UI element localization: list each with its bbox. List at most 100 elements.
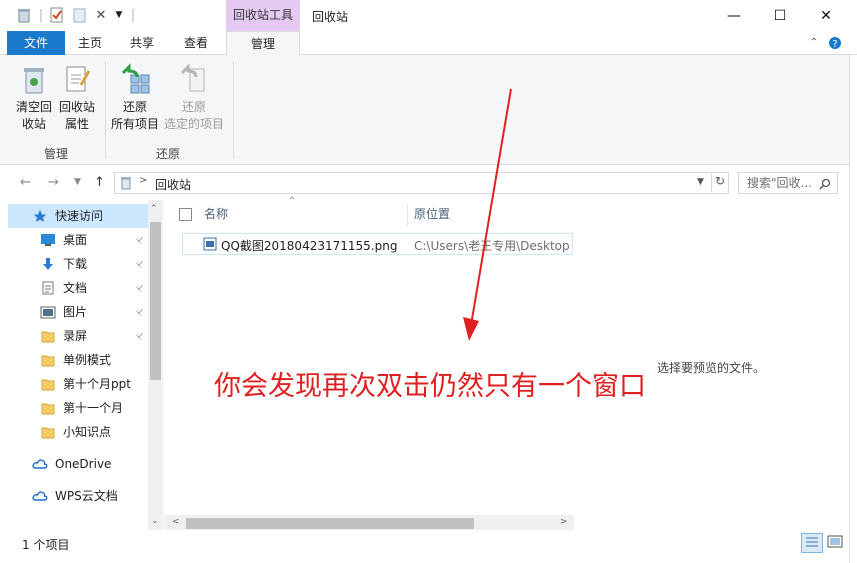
sidebar-item-label: OneDrive [55,457,112,471]
recycle-bin-properties-button[interactable]: 回收站 属性 [56,63,98,133]
restore-selected-icon [178,63,210,95]
scrollbar-thumb[interactable] [186,518,474,529]
svg-text:?: ? [832,39,837,50]
preview-message: 选择要预览的文件。 [657,361,766,375]
sidebar-item-6[interactable]: 录屏 ⊥ [8,324,148,348]
title-bar: | ✕ ▼ | 回收站工具 回收站 — ☐ ✕ [0,0,857,31]
restore-all-label-1: 还原 [122,100,147,114]
star-icon [32,208,48,224]
png-file-icon [203,237,217,254]
empty-recycle-bin-button[interactable]: 清空回 收站 [12,63,56,133]
sidebar-item-4[interactable]: 文档 ⊥ [8,276,148,300]
red-arrow-annotation [463,88,512,341]
recycle-bin-location-icon [119,176,133,193]
ribbon-tabs: 文件 主页 共享 查看 管理 ⌃ ? [0,31,857,56]
recycle-bin-app-icon [14,6,34,24]
sidebar-item-12[interactable]: WPS云文档 [8,484,148,508]
close-button[interactable]: ✕ [803,0,849,31]
scroll-left-chevron-icon[interactable]: < [172,517,180,527]
folder-icon [40,352,56,368]
large-icons-view-button[interactable] [825,533,847,553]
pin-icon[interactable]: ⊥ [129,253,148,276]
maximize-button[interactable]: ☐ [757,0,803,31]
select-all-checkbox[interactable] [179,208,192,221]
tab-home[interactable]: 主页 [70,31,110,55]
forward-arrow-icon[interactable]: → [48,175,59,190]
explorer-window: | ✕ ▼ | 回收站工具 回收站 — ☐ ✕ 文件 主页 共享 查看 管理 ⌃… [0,0,857,563]
sidebar-item-5[interactable]: 图片 ⊥ [8,300,148,324]
sidebar-item-label: 小知识点 [63,425,112,439]
help-icon[interactable]: ? [826,31,844,55]
ribbon-separator [105,61,106,159]
properties-icon [61,63,93,95]
sidebar-item-label: 下载 [63,257,88,271]
delete-quick-icon[interactable]: ✕ [92,6,110,24]
back-arrow-icon[interactable]: ← [20,175,31,190]
scroll-down-chevron-icon[interactable]: ⌄ [151,516,159,526]
folder-icon [40,376,56,392]
cloud-icon [32,456,48,472]
recent-locations-chevron-icon[interactable]: ▼ [74,177,81,187]
restore-all-button[interactable]: 还原 所有项目 [110,63,160,133]
new-folder-quick-icon[interactable] [70,6,90,24]
address-dropdown-chevron-icon[interactable]: ▼ [697,177,704,187]
folder-icon [40,424,56,440]
column-header-name[interactable]: 名称 [204,200,407,228]
pin-icon[interactable]: ⊥ [129,325,148,348]
tab-manage[interactable]: 管理 [226,31,300,56]
sidebar-item-label: 录屏 [63,329,88,343]
minimize-button[interactable]: — [711,0,757,31]
up-arrow-icon[interactable]: ↑ [94,175,105,190]
file-name: QQ截图20180423171155.png [221,239,398,253]
pin-icon[interactable]: ⊥ [129,229,148,252]
properties-quick-icon[interactable] [47,6,67,24]
search-placeholder: 搜索"回收... [747,176,812,190]
bin-props-label-1: 回收站 [58,100,95,114]
tab-share[interactable]: 共享 [122,31,162,55]
ribbon-group-restore: 还原 [155,147,180,161]
address-bar[interactable]: > 回收站 ▼ ↻ [114,172,729,194]
sidebar-item-7[interactable]: 单例模式 [8,348,148,372]
tab-file[interactable]: 文件 [7,31,65,55]
empty-bin-label-1: 清空回 [15,100,52,114]
qat-customize-chevron-icon[interactable]: ▼ [112,6,126,24]
sidebar-item-10[interactable]: 小知识点 [8,420,148,444]
nav-vertical-scrollbar[interactable]: ⌃ ⌄ [148,200,163,530]
annotation-text: 你会发现再次双击仍然只有一个窗口 [214,371,646,402]
folder-icon [40,400,56,416]
item-count: 1 个项目 [22,538,70,552]
sidebar-item-2[interactable]: 桌面 ⊥ [8,228,148,252]
tab-view[interactable]: 查看 [176,31,216,55]
folder-icon [40,328,56,344]
scroll-right-chevron-icon[interactable]: > [560,517,568,527]
download-icon [40,256,56,272]
ribbon-collapse-chevron-icon[interactable]: ⌃ [806,31,822,55]
sidebar-item-label: 第十个月ppt [63,377,131,391]
restore-all-label-2: 所有项目 [110,117,159,131]
pin-icon[interactable]: ⊥ [129,277,148,300]
breadcrumb-chevron-icon[interactable]: > [139,175,147,186]
restore-selected-button[interactable]: 还原 选定的项目 [162,63,226,133]
sidebar-item-8[interactable]: 第十个月ppt [8,372,148,396]
sidebar-item-11[interactable]: OneDrive [8,452,148,476]
large-icons-view-icon [827,535,843,548]
sidebar-item-label: 图片 [63,305,88,319]
sidebar-item-1[interactable]: 快速访问 [8,204,148,228]
column-divider[interactable] [407,204,408,226]
breadcrumb[interactable]: 回收站 [155,176,191,193]
scrollbar-thumb[interactable] [150,222,161,380]
sidebar-item-label: 文档 [63,281,88,295]
bin-props-label-2: 属性 [64,117,89,131]
picture-icon [40,304,56,320]
scroll-up-chevron-icon[interactable]: ⌃ [150,204,158,214]
ribbon-group-manage: 管理 [43,147,68,161]
sidebar-item-9[interactable]: 第十一个月 [8,396,148,420]
sidebar-item-label: WPS云文档 [55,489,118,503]
pin-icon[interactable]: ⊥ [129,301,148,324]
background-window-edge [849,55,857,563]
refresh-button[interactable]: ↻ [711,174,728,192]
search-input[interactable]: 搜索"回收... [738,172,838,194]
restore-all-icon [119,63,151,95]
sidebar-item-3[interactable]: 下载 ⊥ [8,252,148,276]
details-view-button[interactable] [801,533,823,553]
